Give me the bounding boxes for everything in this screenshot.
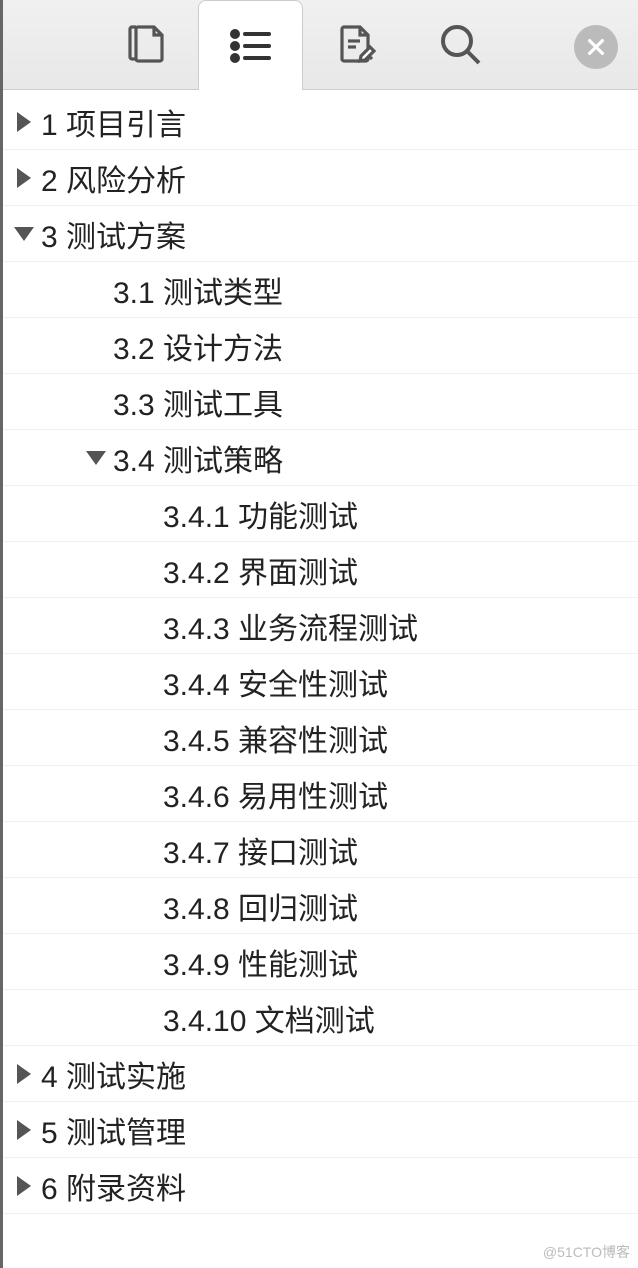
outline-item[interactable]: 3.4.1 功能测试 — [3, 486, 638, 542]
outline-item-label: 3.4.1 功能测试 — [163, 492, 358, 536]
outline-item-label: 3.1 测试类型 — [113, 268, 283, 312]
outline-item-label: 3.4.3 业务流程测试 — [163, 604, 418, 648]
outline-item[interactable]: 4 测试实施 — [3, 1046, 638, 1102]
close-icon — [585, 36, 607, 58]
outline-item-label: 1 项目引言 — [41, 100, 186, 144]
disclosure-collapsed-icon[interactable] — [11, 109, 37, 135]
outline-item[interactable]: 6 附录资料 — [3, 1158, 638, 1214]
tab-outline[interactable] — [198, 0, 303, 90]
outline-item-label: 3.4.4 安全性测试 — [163, 660, 388, 704]
outline-item-label: 3.4 测试策略 — [113, 436, 283, 480]
edit-document-icon — [332, 21, 380, 69]
outline-item-label: 3.4.6 易用性测试 — [163, 772, 388, 816]
disclosure-collapsed-icon[interactable] — [11, 1061, 37, 1087]
outline-item[interactable]: 3.4.10 文档测试 — [3, 990, 638, 1046]
outline-item[interactable]: 3.4.3 业务流程测试 — [3, 598, 638, 654]
disclosure-expanded-icon[interactable] — [11, 221, 37, 247]
outline-item[interactable]: 3.4.8 回归测试 — [3, 878, 638, 934]
disclosure-collapsed-icon[interactable] — [11, 1117, 37, 1143]
tab-thumbnails[interactable] — [93, 0, 198, 90]
documents-icon — [122, 21, 170, 69]
close-sidebar-button[interactable] — [574, 25, 618, 69]
outline-item-label: 2 风险分析 — [41, 156, 186, 200]
outline-item[interactable]: 3.4.6 易用性测试 — [3, 766, 638, 822]
search-icon — [437, 21, 485, 69]
outline-item-label: 3 测试方案 — [41, 212, 186, 256]
tab-annotations[interactable] — [303, 0, 408, 90]
outline-item[interactable]: 3.4.7 接口测试 — [3, 822, 638, 878]
tab-search[interactable] — [408, 0, 513, 90]
sidebar-toolbar — [3, 0, 638, 90]
outline-item-label: 5 测试管理 — [41, 1108, 186, 1152]
outline-item-label: 3.4.2 界面测试 — [163, 548, 358, 592]
disclosure-expanded-icon[interactable] — [83, 445, 109, 471]
disclosure-collapsed-icon[interactable] — [11, 165, 37, 191]
outline-item[interactable]: 3 测试方案 — [3, 206, 638, 262]
outline-item-label: 6 附录资料 — [41, 1164, 186, 1208]
outline-item[interactable]: 3.4.9 性能测试 — [3, 934, 638, 990]
outline-item-label: 3.4.10 文档测试 — [163, 996, 375, 1040]
outline-item-label: 3.4.7 接口测试 — [163, 828, 358, 872]
outline-item-label: 3.4.8 回归测试 — [163, 884, 358, 928]
outline-item-label: 3.2 设计方法 — [113, 324, 283, 368]
outline-item[interactable]: 5 测试管理 — [3, 1102, 638, 1158]
outline-item-label: 3.4.5 兼容性测试 — [163, 716, 388, 760]
outline-item[interactable]: 3.2 设计方法 — [3, 318, 638, 374]
outline-item-label: 3.4.9 性能测试 — [163, 940, 358, 984]
watermark: @51CTO博客 — [543, 1242, 630, 1262]
outline-item[interactable]: 3.1 测试类型 — [3, 262, 638, 318]
disclosure-collapsed-icon[interactable] — [11, 1173, 37, 1199]
outline-item[interactable]: 3.4.5 兼容性测试 — [3, 710, 638, 766]
outline-tree: 1 项目引言 2 风险分析 3 测试方案 3.1 测试类型 3.2 设计方法 3.3 测试… — [3, 90, 638, 1214]
outline-item-label: 4 测试实施 — [41, 1052, 186, 1096]
outline-item[interactable]: 2 风险分析 — [3, 150, 638, 206]
outline-item[interactable]: 3.4.2 界面测试 — [3, 542, 638, 598]
outline-item[interactable]: 3.3 测试工具 — [3, 374, 638, 430]
outline-item-label: 3.3 测试工具 — [113, 380, 283, 424]
outline-item[interactable]: 3.4 测试策略 — [3, 430, 638, 486]
outline-item[interactable]: 3.4.4 安全性测试 — [3, 654, 638, 710]
list-icon — [227, 22, 275, 70]
outline-item[interactable]: 1 项目引言 — [3, 94, 638, 150]
